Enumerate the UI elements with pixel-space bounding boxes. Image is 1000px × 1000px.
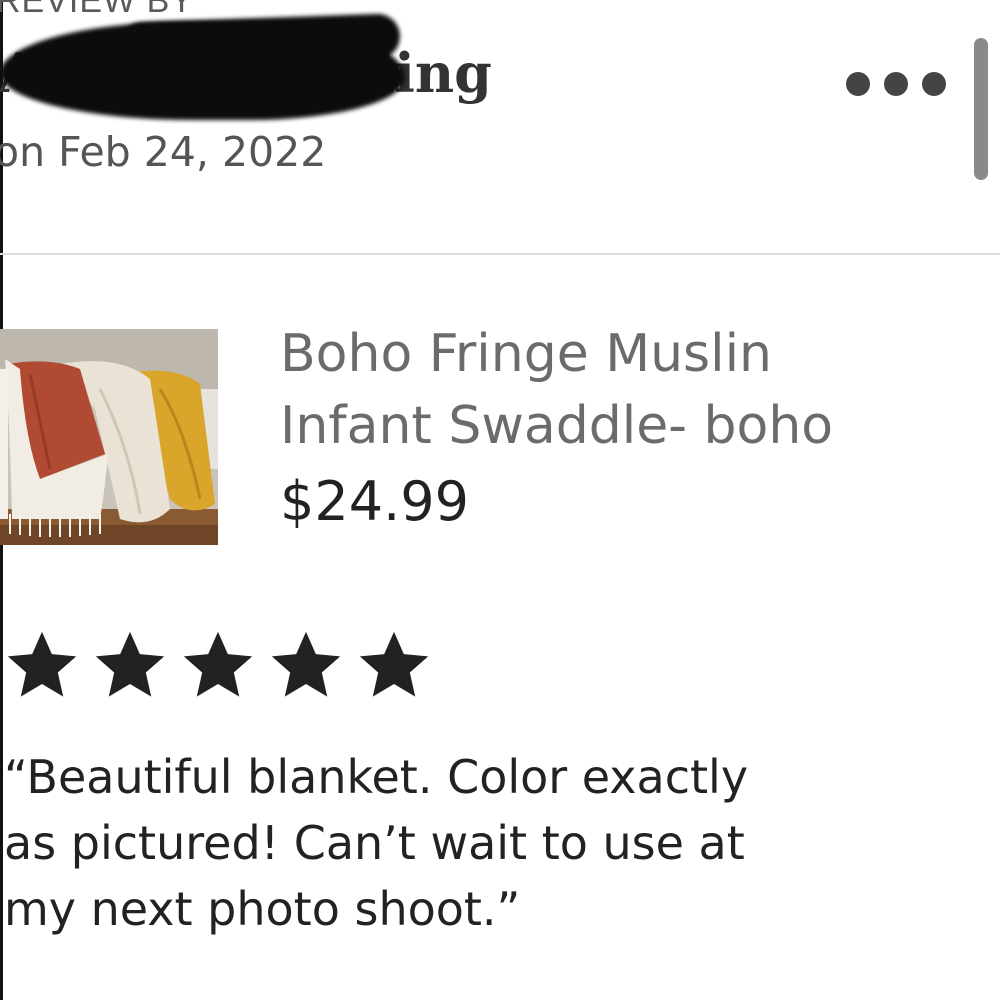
product-title[interactable]: Boho Fringe Muslin Infant Swaddle- boho — [280, 318, 980, 462]
product-title-line: Infant Swaddle- boho — [280, 396, 834, 456]
more-horizontal-icon — [922, 72, 946, 96]
divider — [0, 253, 1000, 255]
product-title-line: Boho Fringe Muslin — [280, 324, 772, 384]
product-price: $24.99 — [280, 470, 469, 533]
more-horizontal-icon — [884, 72, 908, 96]
star-icon — [271, 631, 341, 697]
product-thumbnail[interactable] — [0, 329, 218, 545]
star-icon — [359, 631, 429, 697]
review-text: “Beautiful blanket. Color exactly as pic… — [4, 744, 994, 942]
more-options-button[interactable] — [846, 62, 946, 106]
review-date: on Feb 24, 2022 — [0, 128, 327, 176]
review-by-label: REVIEW BY — [0, 0, 194, 20]
star-icon — [7, 631, 77, 697]
scrollbar[interactable] — [974, 38, 988, 180]
review-text-line: as pictured! Can’t wait to use at — [4, 816, 745, 870]
star-rating — [4, 626, 432, 702]
star-icon — [95, 631, 165, 697]
review-text-line: my next photo shoot.” — [4, 882, 521, 936]
review-text-line: “Beautiful blanket. Color exactly — [4, 750, 749, 804]
more-horizontal-icon — [846, 72, 870, 96]
star-icon — [183, 631, 253, 697]
